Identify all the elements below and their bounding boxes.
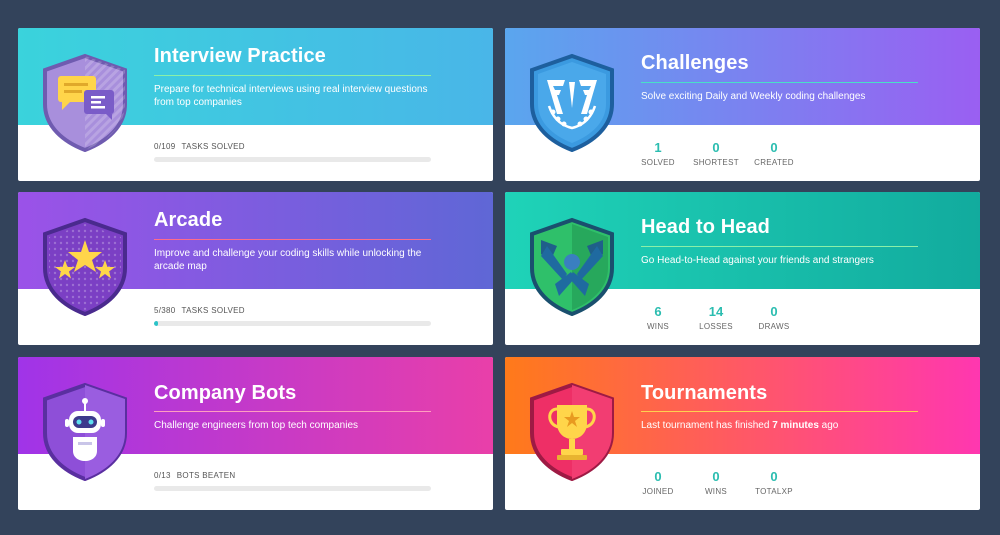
stat-losses: 14 LOSSES [687,304,745,331]
stat-label: TOTALXP [755,487,793,496]
stat-value: 0 [712,140,720,155]
stat-value: 0 [770,140,778,155]
progress-bar [154,157,431,162]
progress-count: 5/380 [154,306,176,315]
title-underline [154,239,431,240]
stat-label: SOLVED [641,158,675,167]
progress-bar [154,486,431,491]
stat-label: CREATED [754,158,794,167]
progress-count: 0/13 [154,471,171,480]
description-suffix: ago [818,420,839,431]
stat-label: DRAWS [758,322,790,331]
card-title: Challenges [641,52,749,74]
stat-label: WINS [704,487,728,496]
title-underline [641,411,918,412]
card-description: Challenge engineers from top tech compan… [154,420,359,431]
card-head-to-head[interactable]: Head to Head Go Head-to-Head against you… [505,192,980,345]
cf-laurel-icon [527,52,617,153]
card-title: Tournaments [641,382,768,404]
progress-caption: BOTS BEATEN [176,471,236,480]
stat-joined: 0 JOINED [629,469,687,496]
stat-value: 0 [770,304,778,319]
stat-value: 14 [708,304,724,319]
stat-wins: 0 WINS [687,469,745,496]
arm-wrestling-icon [527,216,617,317]
progress-count: 0/109 [154,142,176,151]
stat-label: JOINED [642,487,674,496]
stat-label: SHORTEST [693,158,739,167]
stat-shortest: 0 SHORTEST [687,140,745,167]
card-arcade[interactable]: Arcade Improve and challenge your coding… [18,192,493,345]
description-time: 7 minutes [772,420,819,431]
stat-value: 1 [654,140,662,155]
progress-label: 0/109 TASKS SOLVED [154,142,251,151]
card-tournaments[interactable]: Tournaments Last tournament has finished… [505,357,980,510]
card-challenges[interactable]: Challenges Solve exciting Daily and Week… [505,28,980,181]
card-title: Interview Practice [154,45,326,67]
card-title: Arcade [154,209,223,231]
trophy-icon [527,381,617,482]
stat-value: 0 [654,469,662,484]
robot-icon [40,381,130,482]
card-description: Solve exciting Daily and Weekly coding c… [641,91,866,102]
stat-label: LOSSES [699,322,733,331]
card-title: Company Bots [154,382,297,404]
card-description: Go Head-to-Head against your friends and… [641,255,874,266]
stats-row: 6 WINS 14 LOSSES 0 DRAWS [629,304,803,331]
stat-label: WINS [646,322,670,331]
stats-row: 0 JOINED 0 WINS 0 TOTALXP [629,469,803,496]
title-underline [641,82,918,83]
progress-caption: TASKS SOLVED [181,142,245,151]
card-company-bots[interactable]: Company Bots Challenge engineers from to… [18,357,493,510]
title-underline [641,246,918,247]
card-interview-practice[interactable]: Interview Practice Prepare for technical… [18,28,493,181]
stat-value: 0 [770,469,778,484]
description-text: Last tournament has finished [641,420,773,431]
stat-created: 0 CREATED [745,140,803,167]
card-description: Improve and challenge your coding skills… [154,248,422,272]
chat-bubbles-icon [40,52,130,153]
stat-solved: 1 SOLVED [629,140,687,167]
stat-totalxp: 0 TOTALXP [745,469,803,496]
card-title: Head to Head [641,216,771,238]
stat-value: 0 [712,469,720,484]
stat-draws: 0 DRAWS [745,304,803,331]
progress-caption: TASKS SOLVED [181,306,245,315]
title-underline [154,411,431,412]
card-description: Last tournament has finished 7 minutes a… [641,419,926,432]
stars-icon [40,216,130,317]
card-description: Prepare for technical interviews using r… [154,84,428,108]
stat-wins: 6 WINS [629,304,687,331]
progress-label: 5/380 TASKS SOLVED [154,306,251,315]
progress-fill [154,321,158,326]
title-underline [154,75,431,76]
stat-value: 6 [654,304,662,319]
stats-row: 1 SOLVED 0 SHORTEST 0 CREATED [629,140,803,167]
progress-bar [154,321,431,326]
progress-label: 0/13 BOTS BEATEN [154,471,242,480]
